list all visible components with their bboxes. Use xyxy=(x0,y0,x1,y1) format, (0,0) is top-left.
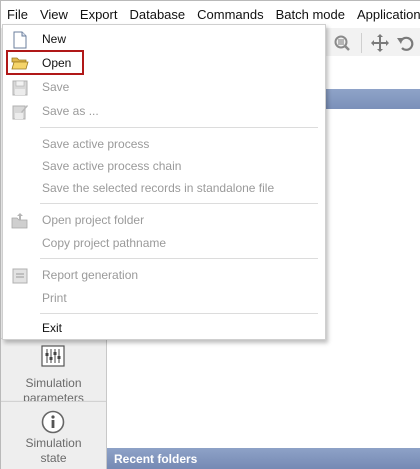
sidebar-item-simulation-parameters[interactable]: Simulation parameters xyxy=(1,338,106,405)
menu-item-exit[interactable]: Exit xyxy=(3,317,325,339)
menu-item-save[interactable]: Save xyxy=(3,76,325,98)
toolbar-separator xyxy=(361,33,362,53)
menu-separator xyxy=(40,203,318,204)
menu-item-label: Save the selected records in standalone … xyxy=(42,181,275,195)
menu-item-label: Report generation xyxy=(42,268,139,282)
menu-item-copy-project-pathname[interactable]: Copy project pathname xyxy=(3,232,325,254)
menu-item-label: Exit xyxy=(42,321,63,335)
menu-item-save-selected-records[interactable]: Save the selected records in standalone … xyxy=(3,177,325,199)
zoom-icon[interactable] xyxy=(331,32,353,54)
sidebar-label: Simulation xyxy=(25,376,82,390)
save-icon xyxy=(11,79,29,97)
save-as-icon xyxy=(11,103,29,121)
sidebar-label: state xyxy=(40,451,67,465)
sidebar-item-simulation-state[interactable]: Simulation state xyxy=(1,401,106,469)
menu-item-label: Print xyxy=(42,291,67,305)
simulation-parameters-icon xyxy=(41,345,65,369)
menu-item-label: Save active process chain xyxy=(42,159,182,173)
menu-item-new[interactable]: New xyxy=(3,28,325,50)
menu-item-label: New xyxy=(42,32,67,46)
menu-item-label: Save xyxy=(42,80,70,94)
menu-separator xyxy=(40,313,318,314)
new-file-icon xyxy=(11,31,29,49)
recent-folders-header: Recent folders xyxy=(107,448,420,469)
menu-separator xyxy=(40,127,318,128)
menu-item-label: Open project folder xyxy=(42,213,145,227)
menu-item-label: Save active process xyxy=(42,137,150,151)
move-icon[interactable] xyxy=(369,32,391,54)
menu-item-open-project-folder[interactable]: Open project folder xyxy=(3,209,325,231)
menu-item-print[interactable]: Print xyxy=(3,287,325,309)
menu-separator xyxy=(40,258,318,259)
undo-icon[interactable] xyxy=(395,32,417,54)
menu-applications[interactable]: Applications xyxy=(351,1,420,28)
info-icon xyxy=(41,410,65,434)
menu-item-label: Save as ... xyxy=(42,104,99,118)
app-window: File View Export Database Commands Batch… xyxy=(0,0,420,469)
toolbar xyxy=(323,28,420,56)
menu-item-save-as[interactable]: Save as ... xyxy=(3,100,325,122)
menu-item-report-generation[interactable]: Report generation xyxy=(3,264,325,286)
report-icon xyxy=(11,267,29,285)
sidebar-label: Simulation xyxy=(25,436,82,450)
menu-item-save-active-process[interactable]: Save active process xyxy=(3,133,325,155)
open-project-folder-icon xyxy=(11,212,29,230)
menu-item-save-active-process-chain[interactable]: Save active process chain xyxy=(3,155,325,177)
highlight-annotation xyxy=(6,50,84,75)
file-menu-dropdown: New Open Save Save as ... Save active pr… xyxy=(2,24,326,340)
menu-item-label: Copy project pathname xyxy=(42,236,167,250)
